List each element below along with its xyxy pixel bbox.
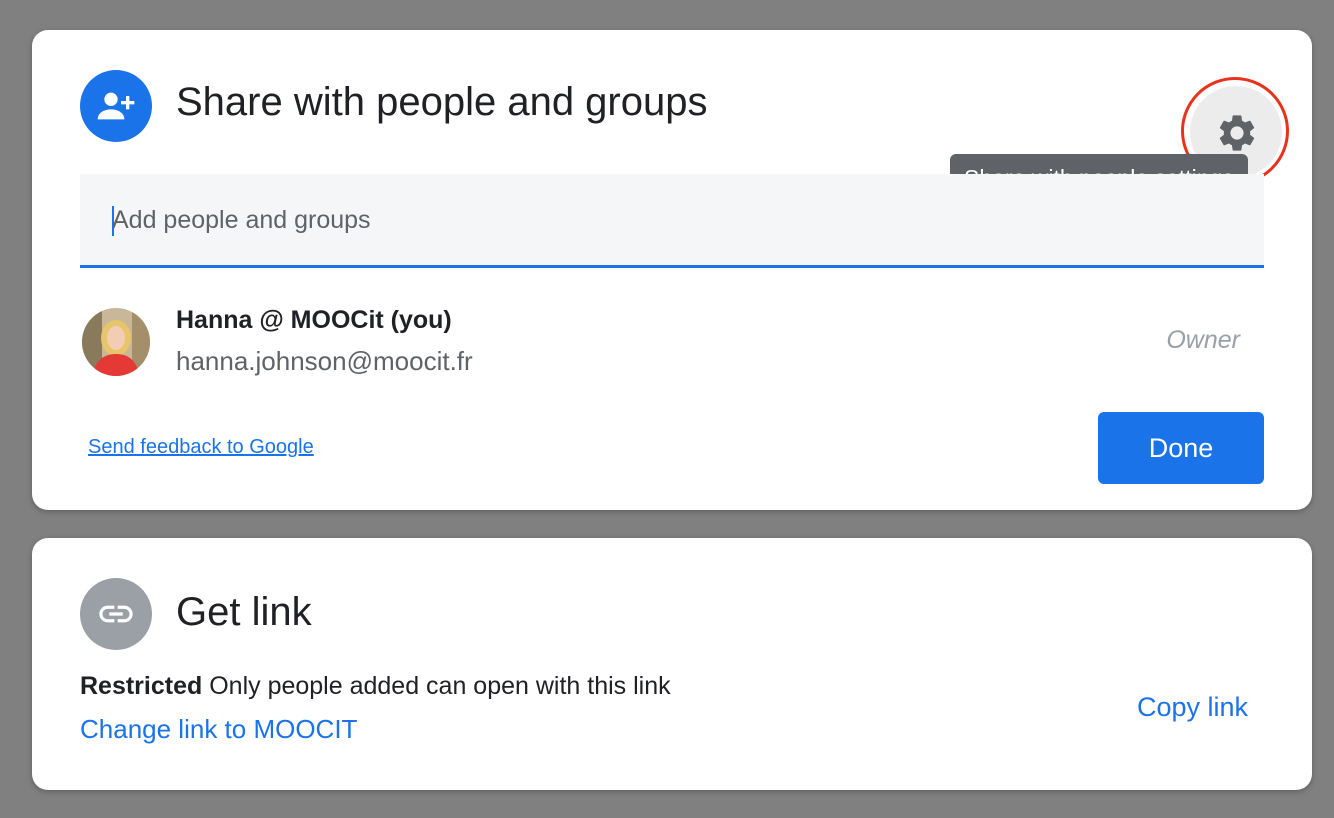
share-title: Share with people and groups: [176, 80, 708, 124]
add-person-icon: [80, 70, 152, 142]
text-caret: [112, 206, 114, 236]
gear-icon: [1219, 115, 1255, 151]
avatar: [82, 308, 150, 376]
change-link-button[interactable]: Change link to MOOCIT: [80, 714, 357, 745]
user-role: Owner: [1166, 326, 1240, 354]
user-name: Hanna @ MOOCit (you): [176, 306, 452, 334]
add-people-field[interactable]: [80, 174, 1264, 268]
share-dialog-card: Share with people and groups Share with …: [32, 30, 1312, 510]
link-access-description: Only people added can open with this lin…: [209, 672, 671, 700]
add-people-input[interactable]: [112, 200, 1212, 240]
get-link-title: Get link: [176, 590, 312, 634]
copy-link-button[interactable]: Copy link: [1137, 692, 1248, 723]
link-icon: [80, 578, 152, 650]
get-link-card: Get link Restricted Only people added ca…: [32, 538, 1312, 790]
send-feedback-link[interactable]: Send feedback to Google: [88, 436, 314, 459]
user-email: hanna.johnson@moocit.fr: [176, 346, 473, 376]
done-button[interactable]: Done: [1098, 412, 1264, 484]
link-access-level: Restricted: [80, 672, 203, 700]
link-access-status: Restricted Only people added can open wi…: [80, 672, 671, 701]
